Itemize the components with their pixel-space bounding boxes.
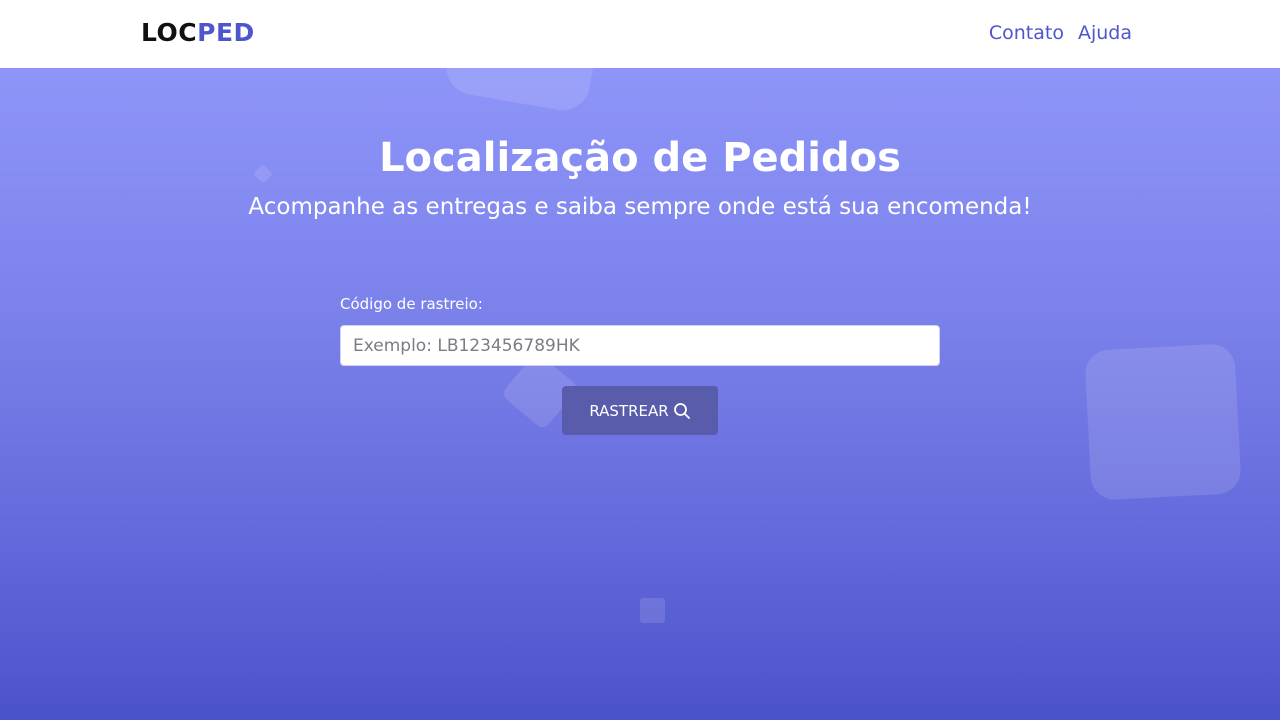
track-button-label: RASTREAR bbox=[589, 401, 669, 420]
tracking-code-input[interactable] bbox=[340, 325, 940, 366]
nav-links: Contato Ajuda bbox=[989, 19, 1132, 47]
decorative-shape bbox=[1084, 343, 1242, 501]
decorative-shape bbox=[441, 68, 604, 115]
search-icon bbox=[673, 402, 691, 420]
hero-section: Localização de Pedidos Acompanhe as entr… bbox=[0, 68, 1280, 720]
tracking-code-label: Código de rastreio: bbox=[340, 295, 483, 313]
page-subtitle: Acompanhe as entregas e saiba sempre ond… bbox=[248, 194, 1032, 220]
nav-link-ajuda[interactable]: Ajuda bbox=[1078, 19, 1132, 47]
logo-text-ped: PED bbox=[197, 18, 255, 47]
page-title: Localização de Pedidos bbox=[379, 135, 901, 181]
nav-link-contato[interactable]: Contato bbox=[989, 19, 1064, 47]
navbar: LOCPED Contato Ajuda bbox=[0, 0, 1280, 68]
track-button[interactable]: RASTREAR bbox=[562, 386, 718, 435]
decorative-shape bbox=[640, 598, 665, 623]
logo[interactable]: LOCPED bbox=[141, 17, 255, 49]
logo-text-loc: LOC bbox=[141, 18, 198, 47]
